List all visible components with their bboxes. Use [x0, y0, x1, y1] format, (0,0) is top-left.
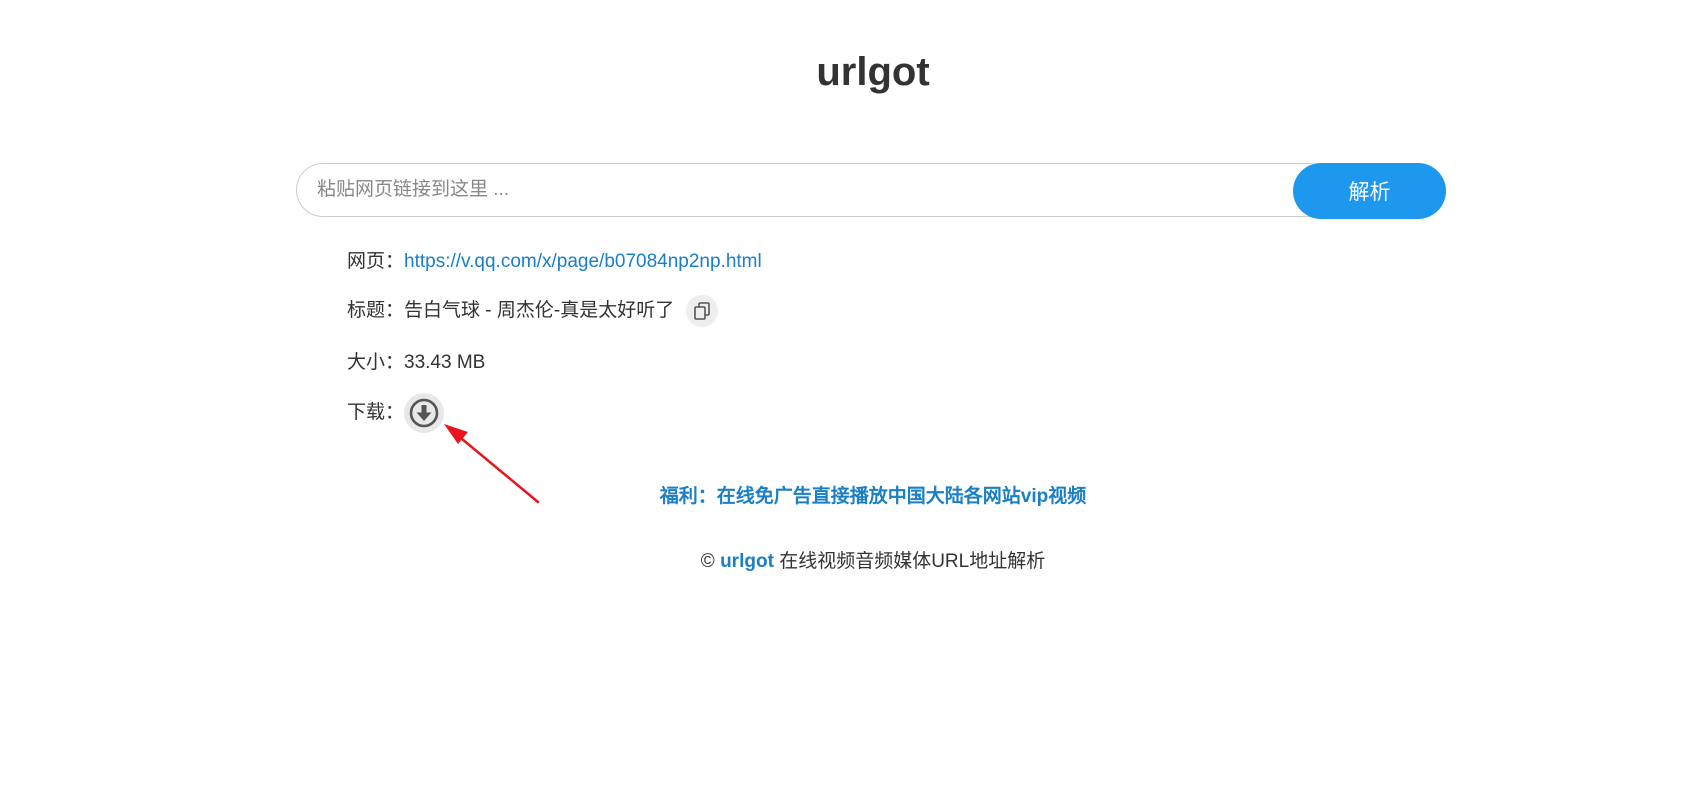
result-download-row: 下载： — [347, 393, 445, 433]
title-value: 告白气球 - 周杰伦-真是太好听了 — [404, 300, 675, 321]
copy-title-button[interactable] — [686, 295, 719, 327]
parse-button[interactable]: 解析 — [1293, 163, 1446, 219]
search-bar: 解析 — [296, 163, 1446, 219]
footer-tagline: 在线视频音频媒体URL地址解析 — [779, 551, 1046, 572]
size-value: 33.43 MB — [404, 352, 486, 373]
result-size-row: 大小： 33.43 MB — [347, 350, 485, 376]
download-label: 下载： — [347, 402, 405, 423]
page: urlgot 解析 网页： https://v.qq.com/x/page/b0… — [0, 0, 1706, 793]
page-label: 网页： — [347, 251, 405, 272]
size-label: 大小： — [347, 352, 405, 373]
promo-link[interactable]: 福利：在线免广告直接播放中国大陆各网站vip视频 — [0, 484, 1706, 510]
footer: © urlgot 在线视频音频媒体URL地址解析 — [0, 549, 1706, 575]
copy-icon — [694, 302, 711, 320]
result-page-row: 网页： https://v.qq.com/x/page/b07084np2np.… — [347, 249, 762, 275]
url-input[interactable] — [296, 163, 1336, 217]
title-label: 标题： — [347, 300, 405, 321]
download-icon — [409, 398, 439, 428]
site-title: urlgot — [816, 50, 930, 94]
footer-brand-link[interactable]: urlgot — [720, 551, 774, 572]
page-url-link[interactable]: https://v.qq.com/x/page/b07084np2np.html — [404, 249, 762, 275]
result-title-row: 标题： 告白气球 - 周杰伦-真是太好听了 — [347, 295, 719, 327]
copyright-symbol: © — [700, 551, 715, 572]
